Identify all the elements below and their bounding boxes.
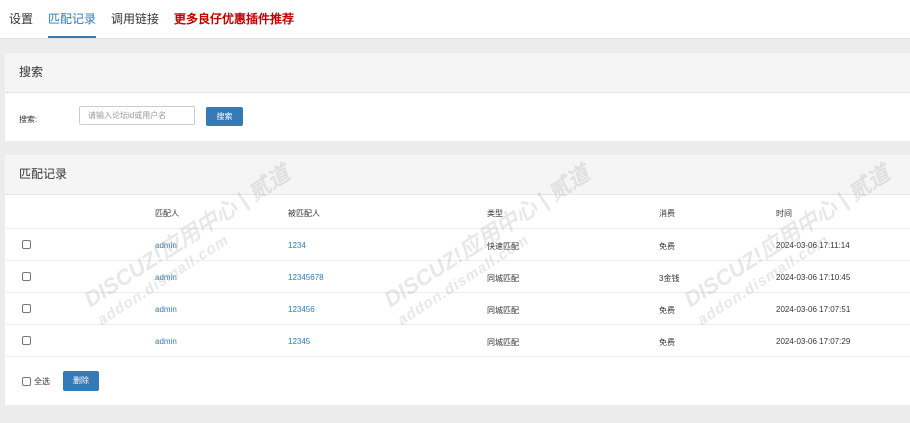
cell-matched[interactable]: 123456 [288,305,315,314]
cell-matched[interactable]: 12345678 [288,273,324,282]
cell-type: 同城匹配 [487,306,519,315]
tab-promo-plugins[interactable]: 更多良仔优惠插件推荐 [174,0,294,38]
row-checkbox[interactable] [22,336,31,345]
cell-matcher[interactable]: admin [155,337,177,346]
col-header-cost: 消费 [659,209,675,218]
delete-button[interactable]: 删除 [63,371,99,391]
search-input[interactable] [79,106,195,125]
table-divider [5,356,910,357]
cell-cost: 免费 [659,306,675,315]
cell-type: 同城匹配 [487,274,519,283]
cell-matcher[interactable]: admin [155,273,177,282]
cell-time: 2024-03-06 17:07:51 [776,305,851,314]
cell-matcher[interactable]: admin [155,241,177,250]
cell-matcher[interactable]: admin [155,305,177,314]
top-nav: 设置 匹配记录 调用链接 更多良仔优惠插件推荐 [0,0,910,39]
records-panel: 匹配记录 匹配人 被匹配人 类型 消费 时间 admin 1234 快速匹配 免… [5,155,910,405]
cell-cost: 免费 [659,338,675,347]
search-button[interactable]: 搜索 [206,107,243,126]
cell-time: 2024-03-06 17:10:45 [776,273,851,282]
col-header-matched: 被匹配人 [288,209,320,218]
search-panel-title: 搜索 [5,53,910,93]
select-all-label[interactable]: 全选 [34,376,50,387]
tab-settings[interactable]: 设置 [9,0,33,38]
cell-type: 快速匹配 [487,242,519,251]
cell-matched[interactable]: 12345 [288,337,310,346]
table-row: admin 12345678 同城匹配 3金钱 2024-03-06 17:10… [5,260,910,293]
cell-cost: 3金钱 [659,274,680,283]
col-header-type: 类型 [487,209,503,218]
table-row: admin 1234 快速匹配 免费 2024-03-06 17:11:14 [5,228,910,261]
search-panel: 搜索 搜索: 搜索 [5,53,910,141]
col-header-time: 时间 [776,209,792,218]
cell-time: 2024-03-06 17:07:29 [776,337,851,346]
cell-cost: 免费 [659,242,675,251]
table-row: admin 123456 同城匹配 免费 2024-03-06 17:07:51 [5,292,910,325]
records-panel-title: 匹配记录 [5,155,910,195]
cell-matched[interactable]: 1234 [288,241,306,250]
row-checkbox[interactable] [22,304,31,313]
cell-type: 同城匹配 [487,338,519,347]
select-all-checkbox[interactable] [22,377,31,386]
row-checkbox[interactable] [22,240,31,249]
col-header-matcher: 匹配人 [155,209,179,218]
tab-match-records[interactable]: 匹配记录 [48,0,97,38]
cell-time: 2024-03-06 17:11:14 [776,241,850,250]
search-label: 搜索: [19,115,38,124]
table-row: admin 12345 同城匹配 免费 2024-03-06 17:07:29 [5,324,910,357]
tab-call-links[interactable]: 调用链接 [111,0,159,38]
row-checkbox[interactable] [22,272,31,281]
